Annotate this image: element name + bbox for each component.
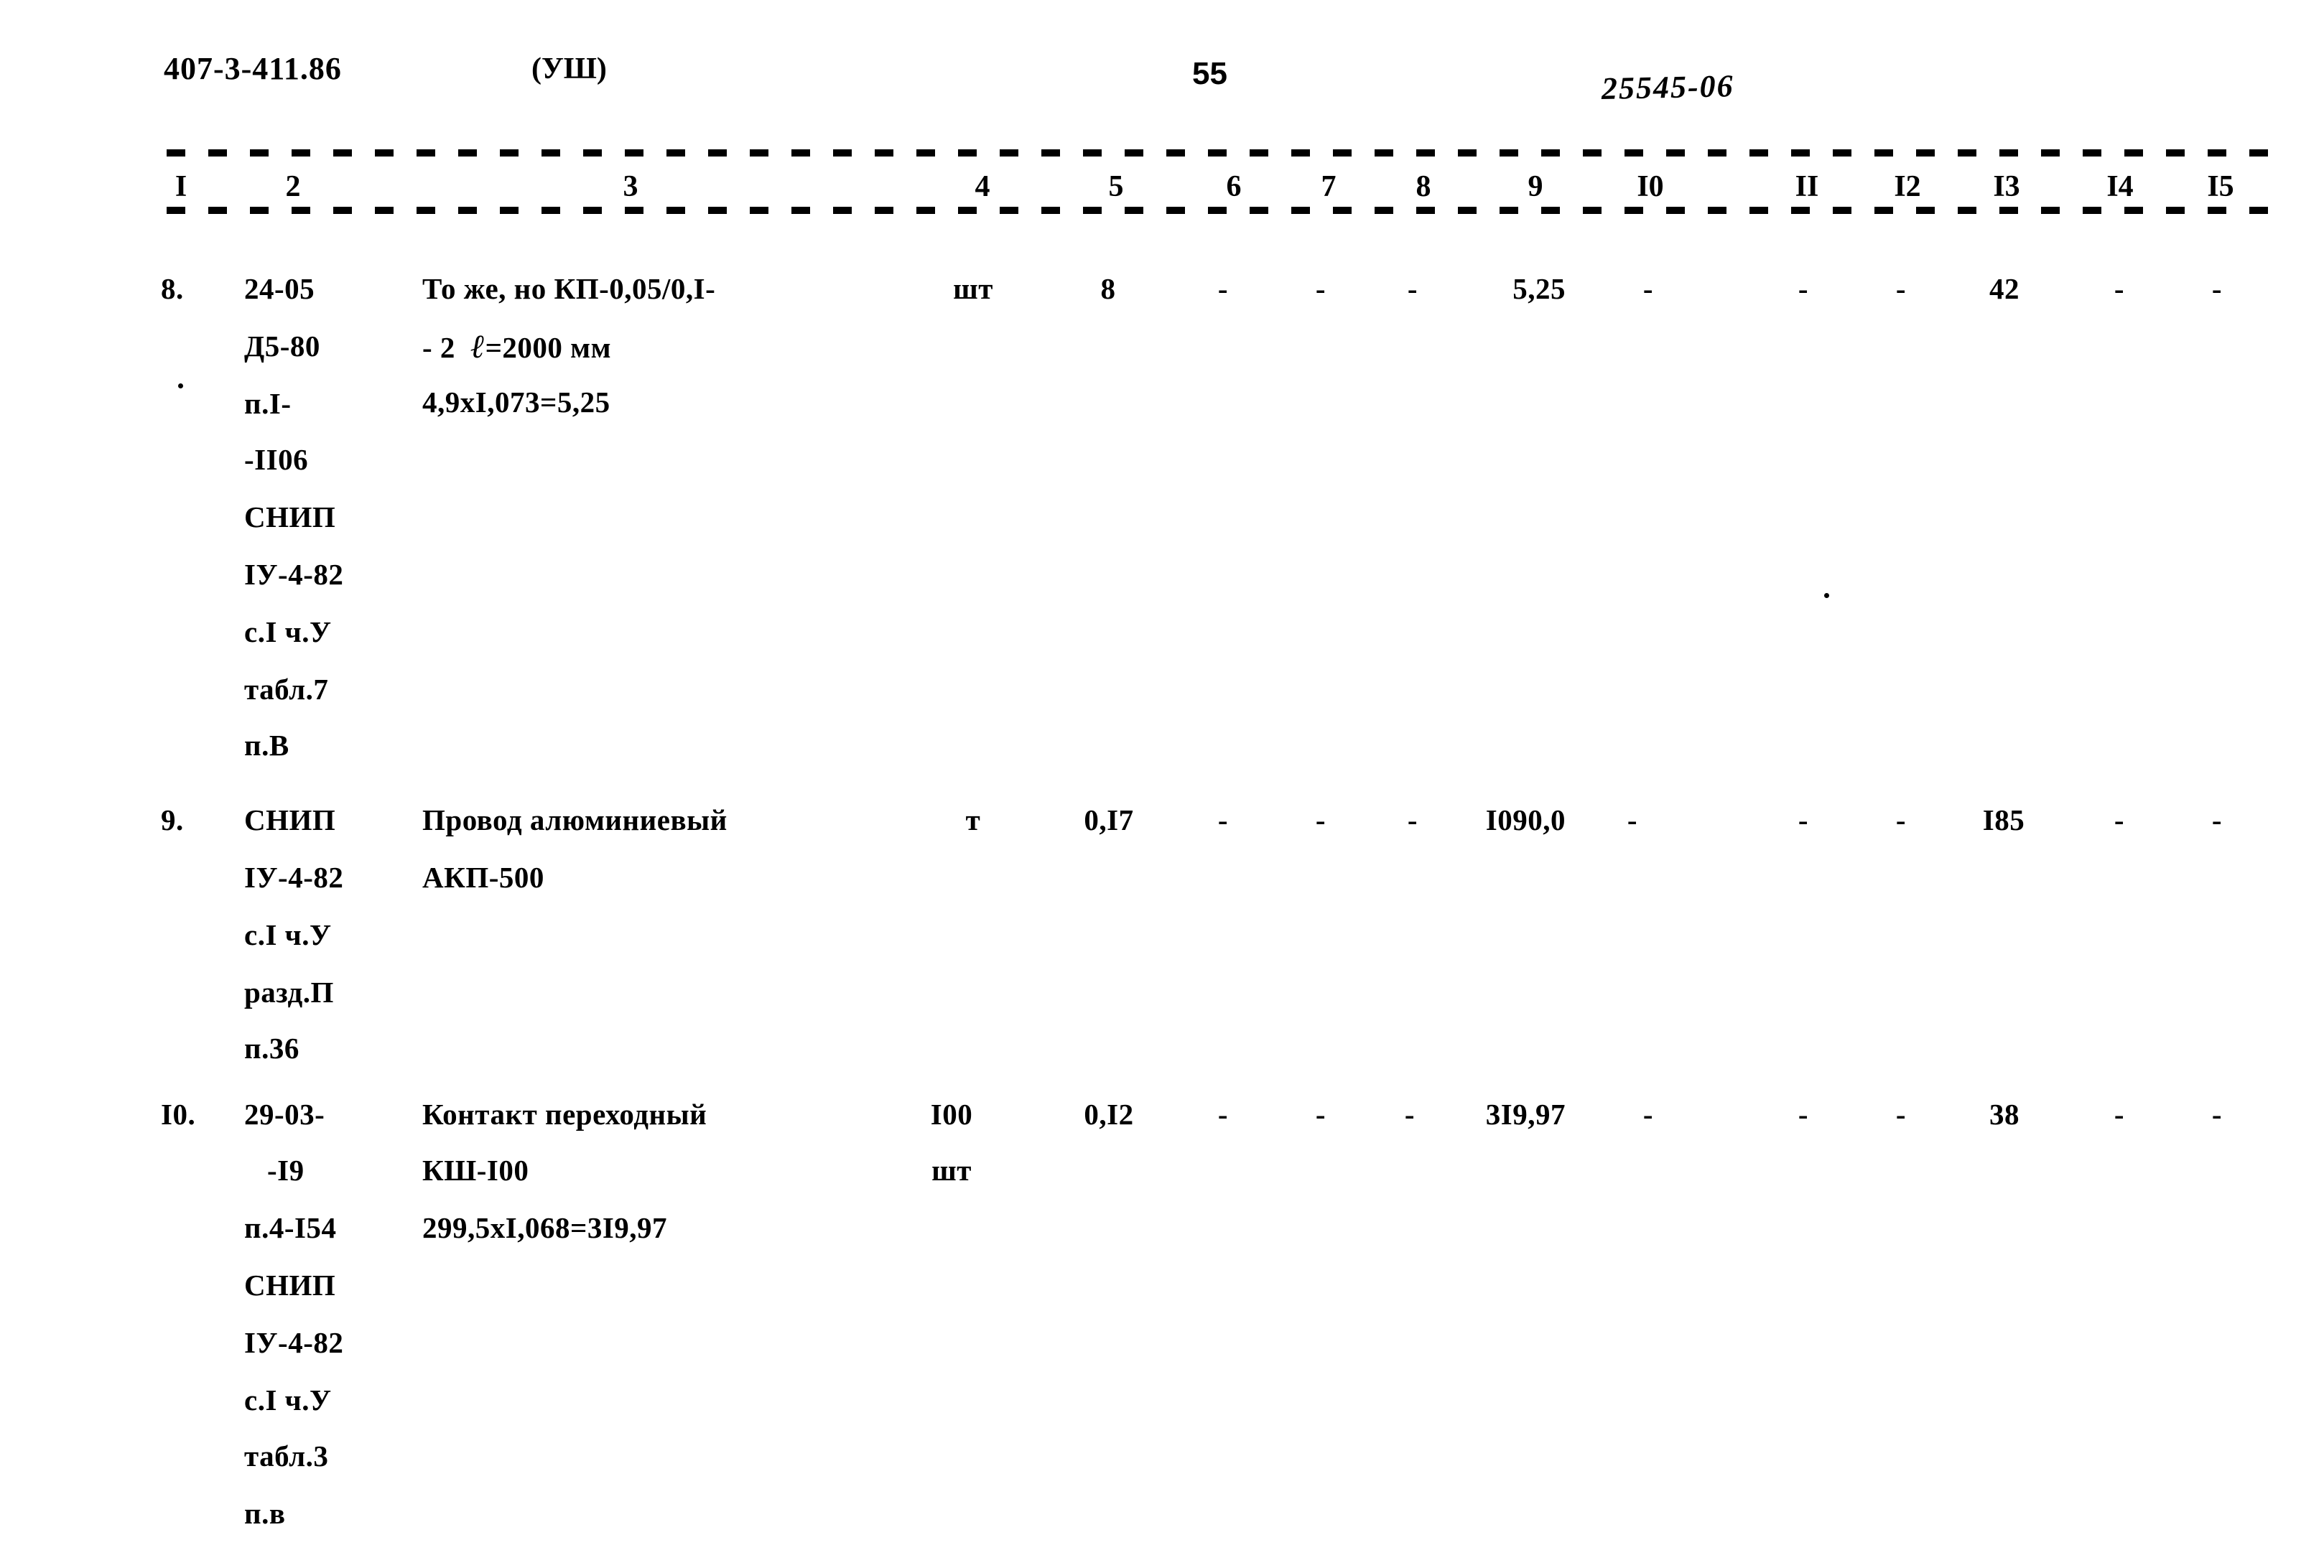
justification-line: Д5-80 [244, 330, 320, 363]
justification-line: разд.П [244, 976, 334, 1009]
cell-col9: 5,25 [1512, 272, 1566, 305]
unit-line: I00 [930, 1098, 973, 1131]
scanned-page: 407-3-411.86 (УШ) 55 25545-06 I 2 3 4 5 … [0, 0, 2324, 1568]
column-header-6: 6 [1207, 169, 1261, 204]
cell-col7: - [1315, 272, 1326, 305]
justification-line: IУ-4-82 [244, 861, 344, 894]
scan-speck [1824, 593, 1829, 598]
justification-line: п.4-I54 [244, 1211, 337, 1244]
column-header-8: 8 [1396, 169, 1451, 204]
description-line: 4,9хI,073=5,25 [422, 386, 610, 419]
table-rule-bottom [167, 207, 2275, 214]
justification-line: с.I ч.У [244, 918, 332, 951]
column-header-15: I5 [2188, 169, 2254, 204]
table-rule-top [167, 149, 2275, 157]
justification-line: п.в [244, 1497, 286, 1530]
justification-line: -II06 [244, 443, 309, 476]
page-number: 55 [1192, 56, 1227, 91]
justification-line: IУ-4-82 [244, 558, 344, 591]
cell-col7: - [1315, 1098, 1326, 1131]
cell-col15: - [2211, 803, 2223, 836]
cell-col11: - [1798, 1098, 1809, 1131]
column-header-12: I2 [1874, 169, 1940, 204]
column-header-9: 9 [1508, 169, 1563, 204]
row-index: I0. [161, 1098, 196, 1131]
justification-line: 29-03- [244, 1098, 325, 1131]
archive-code: 25545-06 [1601, 68, 1735, 106]
column-header-1: I [154, 169, 208, 204]
scan-speck [178, 383, 183, 388]
cell-col6: - [1217, 1098, 1229, 1131]
cell-col13: 42 [1989, 272, 2019, 305]
description-line: Провод алюминиевый [422, 803, 728, 836]
justification-line: IУ-4-82 [244, 1326, 344, 1359]
justification-line: СНИП [244, 1269, 336, 1302]
cell-col11: - [1798, 803, 1809, 836]
justification-line: табл.7 [244, 673, 329, 706]
cell-col11: - [1798, 272, 1809, 305]
row-index: 9. [161, 803, 184, 836]
cell-col6: - [1217, 272, 1229, 305]
cell-col9: I090,0 [1485, 803, 1566, 836]
column-header-3: 3 [603, 169, 658, 204]
column-header-14: I4 [2087, 169, 2153, 204]
column-header-10: I0 [1617, 169, 1683, 204]
justification-line: СНИП [244, 803, 336, 836]
description-line: АКП-500 [422, 861, 544, 894]
description-line: То же, но КП-0,05/0,I- [422, 272, 716, 305]
cell-col12: - [1895, 272, 1907, 305]
column-header-4: 4 [955, 169, 1010, 204]
cell-col6: - [1217, 803, 1229, 836]
cell-col10: - [1627, 803, 1638, 836]
column-header-11: II [1774, 169, 1840, 204]
cell-col5: 0,I7 [1084, 803, 1134, 836]
cell-col5: 0,I2 [1084, 1098, 1134, 1131]
cell-col14: - [2114, 272, 2125, 305]
justification-line: СНИП [244, 500, 336, 533]
cell-col13: I85 [1982, 803, 2025, 836]
description-line: КШ-I00 [422, 1154, 529, 1187]
length-symbol-l: ℓ [470, 328, 485, 365]
justification-line: -I9 [267, 1154, 305, 1187]
unit-line: шт [953, 272, 993, 305]
justification-line: п.36 [244, 1032, 299, 1065]
cell-col15: - [2211, 1098, 2223, 1131]
cell-col14: - [2114, 1098, 2125, 1131]
cell-col12: - [1895, 1098, 1907, 1131]
document-number: 407-3-411.86 [164, 51, 342, 86]
cell-col7: - [1315, 803, 1326, 836]
justification-line: п.I- [244, 387, 292, 420]
cell-col15: - [2211, 272, 2223, 305]
unit-line: т [965, 803, 981, 836]
cell-col14: - [2114, 803, 2125, 836]
cell-col10: - [1642, 272, 1654, 305]
column-header-7: 7 [1301, 169, 1356, 204]
document-part-label: (УШ) [531, 52, 607, 85]
justification-line: с.I ч.У [244, 615, 332, 648]
description-line: - 2 ℓ=2000 мм [422, 328, 612, 365]
row-index: 8. [161, 272, 184, 305]
justification-line: п.В [244, 729, 289, 762]
justification-line: с.I ч.У [244, 1383, 332, 1417]
unit-line: шт [931, 1154, 972, 1187]
cell-col12: - [1895, 803, 1907, 836]
cell-col13: 38 [1989, 1098, 2019, 1131]
description-line: 299,5хI,068=3I9,97 [422, 1211, 668, 1244]
column-header-2: 2 [266, 169, 320, 204]
column-header-13: I3 [1974, 169, 2040, 204]
column-header-5: 5 [1089, 169, 1143, 204]
cell-col9: 3I9,97 [1485, 1098, 1566, 1131]
cell-col5: 8 [1100, 272, 1116, 305]
cell-col10: - [1642, 1098, 1654, 1131]
justification-line: 24-05 [244, 272, 315, 305]
justification-line: табл.3 [244, 1439, 329, 1473]
description-line: Контакт переходный [422, 1098, 707, 1131]
